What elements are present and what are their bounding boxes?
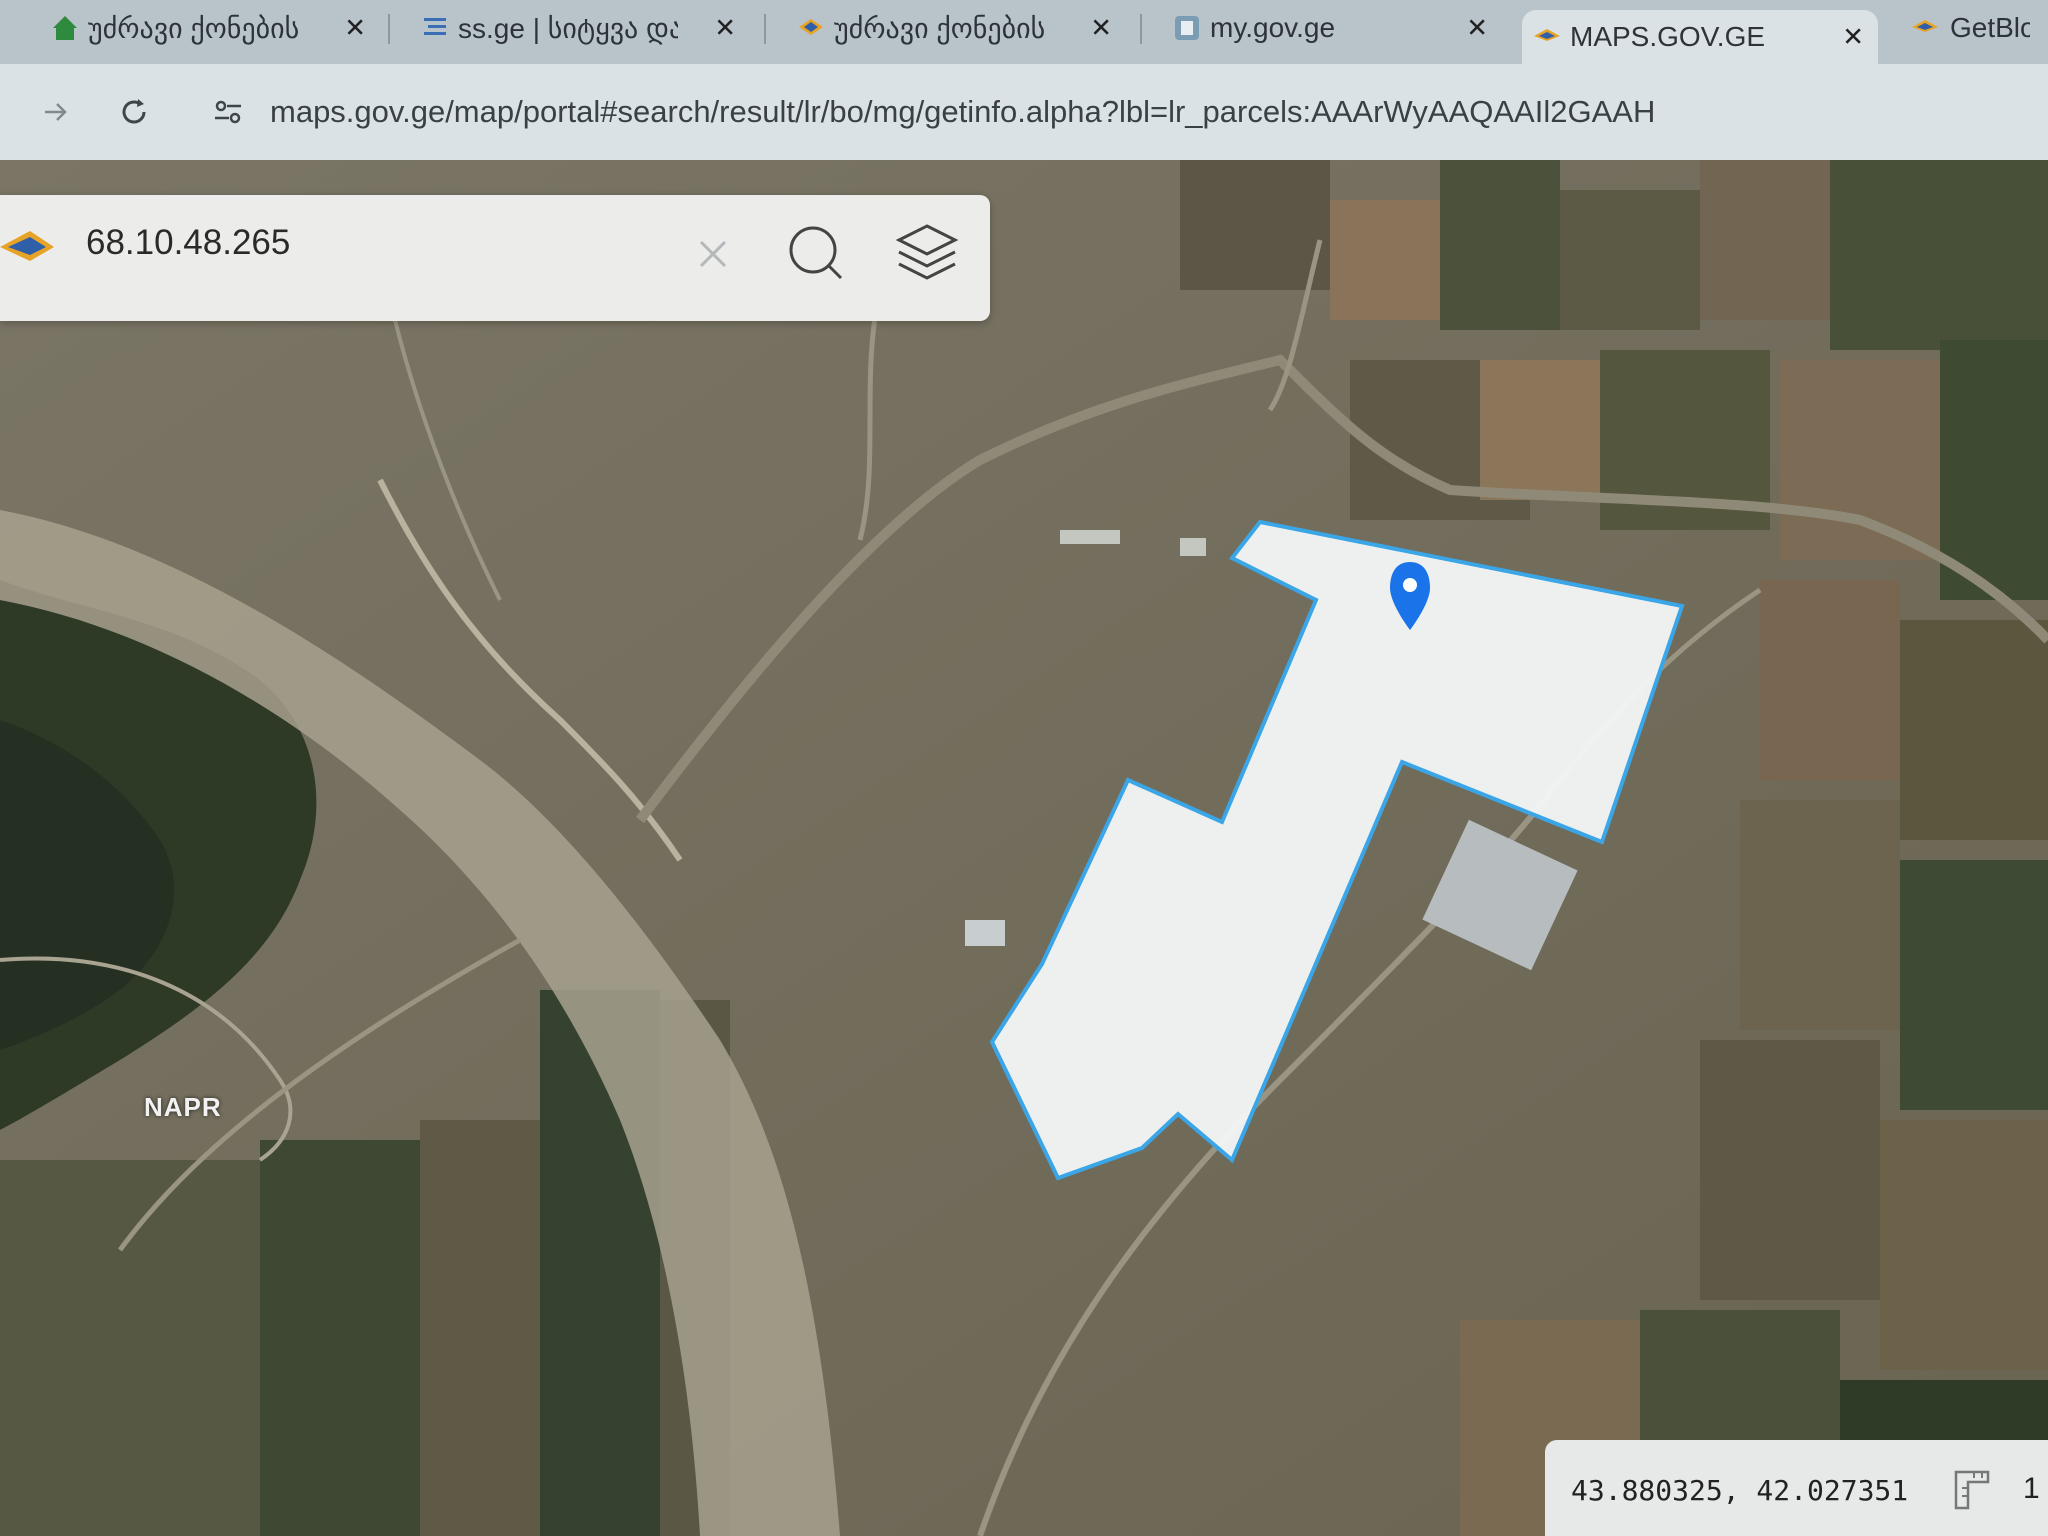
ss-logo-icon (424, 18, 446, 35)
close-icon[interactable]: ✕ (714, 13, 736, 44)
coordinates-readout: 43.880325, 42.027351 (1571, 1474, 1909, 1507)
tab-property-2[interactable]: უძრავი ქონების ✕ (786, 0, 1126, 56)
layers-icon (895, 224, 959, 280)
close-icon[interactable]: ✕ (1842, 22, 1864, 53)
tab-property-1[interactable]: უძრავი ქონების ✕ (40, 0, 380, 56)
search-input[interactable]: 68.10.48.265 (86, 223, 290, 263)
napr-logo-icon (799, 19, 823, 35)
search-button[interactable] (782, 219, 852, 289)
maps-logo-icon (1534, 29, 1560, 41)
close-icon[interactable]: ✕ (344, 13, 366, 44)
search-icon (789, 226, 843, 280)
tab-label: MAPS.GOV.GE (1570, 21, 1766, 52)
tab-label: უძრავი ქონების (834, 12, 1046, 44)
map-watermark-label: NAPR (144, 1092, 222, 1122)
tab-maps-gov-ge[interactable]: MAPS.GOV.GE ✕ (1522, 10, 1878, 64)
layers-button[interactable] (892, 219, 962, 289)
browser-tab-strip: უძრავი ქონების ✕ ss.ge | სიტყვა და ✕ უძრ… (0, 0, 2048, 64)
arrow-right-icon (45, 103, 67, 121)
forward-button[interactable] (30, 86, 82, 138)
tab-separator (1140, 14, 1142, 44)
close-icon[interactable]: ✕ (1466, 13, 1488, 44)
scale-value: 1 (2023, 1472, 2040, 1505)
tab-getblob[interactable]: GetBlob (1900, 0, 2048, 56)
tab-label: GetBlob (1950, 12, 2030, 43)
tune-icon (215, 100, 241, 124)
browser-toolbar: maps.gov.ge/map/portal#search/result/lr/… (0, 64, 2048, 160)
reload-icon (122, 99, 146, 124)
search-panel: 68.10.48.265 (0, 195, 990, 321)
reload-button[interactable] (108, 86, 160, 138)
clear-search-button[interactable] (678, 219, 748, 289)
house-icon (53, 16, 77, 40)
tab-separator (388, 14, 390, 44)
coordinates-panel: 43.880325, 42.027351 1 (1545, 1440, 2048, 1536)
maps-logo-icon (1912, 20, 1938, 32)
close-icon (699, 240, 727, 268)
site-settings-button[interactable] (202, 86, 254, 138)
tab-label: უძრავი ქონების (88, 12, 300, 44)
map-canvas[interactable] (0, 160, 2048, 1536)
ruler-icon[interactable] (1950, 1468, 1994, 1512)
tab-ss-ge[interactable]: ss.ge | სიტყვა და ✕ (410, 0, 750, 56)
tab-separator (764, 14, 766, 44)
close-icon[interactable]: ✕ (1090, 13, 1112, 44)
satellite-imagery (0, 160, 2048, 1536)
tab-label: my.gov.ge (1210, 12, 1336, 43)
tab-label: ss.ge | სიტყვა და (458, 12, 678, 44)
mygov-logo-icon (1175, 16, 1199, 40)
address-bar[interactable]: maps.gov.ge/map/portal#search/result/lr/… (270, 94, 1655, 130)
tab-my-gov[interactable]: my.gov.ge ✕ (1162, 0, 1502, 56)
maps-logo-icon (0, 231, 54, 261)
